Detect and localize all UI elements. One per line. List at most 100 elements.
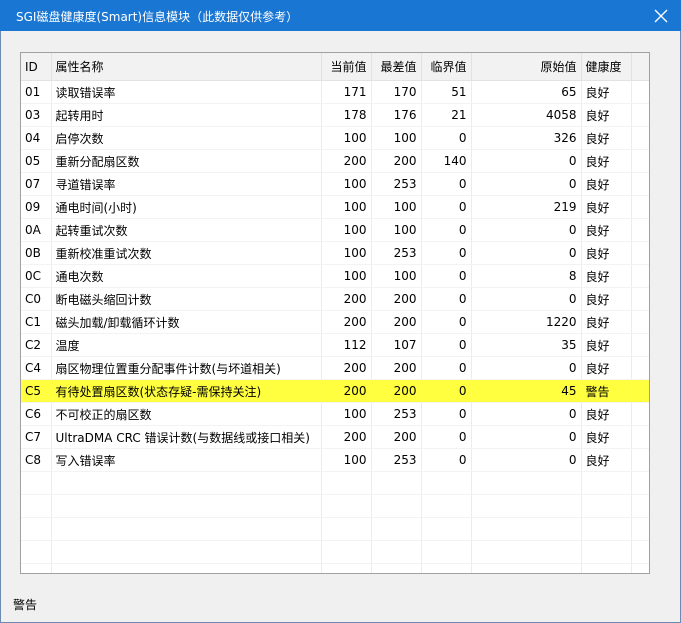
empty-cell xyxy=(21,540,52,564)
close-button[interactable] xyxy=(647,3,675,29)
empty-row xyxy=(21,540,649,564)
table-row[interactable]: C6 不可校正的扇区数 100 253 0 0 良好 xyxy=(21,402,649,426)
cell-name: 重新分配扇区数 xyxy=(51,149,322,173)
cell-health: 良好 xyxy=(581,356,632,380)
table-row[interactable]: 0C 通电次数 100 100 0 8 良好 xyxy=(21,264,649,288)
empty-cell xyxy=(371,494,422,518)
cell-spacer xyxy=(631,103,649,127)
empty-cell xyxy=(51,563,322,573)
empty-cell xyxy=(471,494,582,518)
empty-cell xyxy=(371,540,422,564)
status-text: 警告 xyxy=(13,598,38,612)
cell-name: 寻道错误率 xyxy=(51,172,322,196)
cell-current: 200 xyxy=(321,425,372,449)
cell-id: 0B xyxy=(21,241,52,265)
table-row[interactable]: 09 通电时间(小时) 100 100 0 219 良好 xyxy=(21,195,649,219)
empty-cell xyxy=(51,494,322,518)
empty-cell xyxy=(21,563,52,573)
empty-cell xyxy=(321,494,372,518)
column-header-name[interactable]: 属性名称 xyxy=(51,53,322,81)
cell-spacer xyxy=(631,310,649,334)
table-row[interactable]: C2 温度 112 107 0 35 良好 xyxy=(21,333,649,357)
table-row[interactable]: C4 扇区物理位置重分配事件计数(与坏道相关) 200 200 0 0 良好 xyxy=(21,356,649,380)
column-header-worst[interactable]: 最差值 xyxy=(371,53,422,81)
cell-worst: 100 xyxy=(371,126,422,150)
cell-raw: 0 xyxy=(471,448,582,472)
window-title: SGI磁盘健康度(Smart)信息模块（此数据仅供参考） xyxy=(16,10,299,24)
cell-name: 起转重试次数 xyxy=(51,218,322,242)
cell-spacer xyxy=(631,149,649,173)
empty-cell xyxy=(631,517,649,541)
column-header-spacer xyxy=(631,53,649,81)
cell-worst: 200 xyxy=(371,425,422,449)
column-header-raw[interactable]: 原始值 xyxy=(471,53,582,81)
table-row[interactable]: C1 磁头加载/卸载循环计数 200 200 0 1220 良好 xyxy=(21,310,649,334)
cell-worst: 200 xyxy=(371,379,422,403)
table-row[interactable]: 07 寻道错误率 100 253 0 0 良好 xyxy=(21,172,649,196)
cell-current: 200 xyxy=(321,149,372,173)
cell-raw: 0 xyxy=(471,218,582,242)
table-row[interactable]: 03 起转用时 178 176 21 4058 良好 xyxy=(21,103,649,127)
cell-current: 200 xyxy=(321,379,372,403)
cell-raw: 0 xyxy=(471,287,582,311)
cell-spacer xyxy=(631,425,649,449)
table-row[interactable]: 0A 起转重试次数 100 100 0 0 良好 xyxy=(21,218,649,242)
cell-health: 良好 xyxy=(581,310,632,334)
cell-threshold: 0 xyxy=(421,126,472,150)
empty-cell xyxy=(51,540,322,564)
cell-spacer xyxy=(631,241,649,265)
cell-name: 写入错误率 xyxy=(51,448,322,472)
column-header-current[interactable]: 当前值 xyxy=(321,53,372,81)
cell-id: C7 xyxy=(21,425,52,449)
cell-current: 178 xyxy=(321,103,372,127)
column-header-id[interactable]: ID xyxy=(21,53,52,81)
cell-health: 良好 xyxy=(581,287,632,311)
cell-raw: 219 xyxy=(471,195,582,219)
empty-cell xyxy=(421,494,472,518)
empty-cell xyxy=(471,563,582,573)
cell-threshold: 0 xyxy=(421,218,472,242)
empty-cell xyxy=(321,471,372,495)
table-row[interactable]: 04 启停次数 100 100 0 326 良好 xyxy=(21,126,649,150)
cell-health: 良好 xyxy=(581,195,632,219)
cell-spacer xyxy=(631,402,649,426)
cell-raw: 326 xyxy=(471,126,582,150)
cell-threshold: 0 xyxy=(421,425,472,449)
empty-cell xyxy=(321,563,372,573)
cell-name: 磁头加载/卸载循环计数 xyxy=(51,310,322,334)
table-row[interactable]: C7 UltraDMA CRC 错误计数(与数据线或接口相关) 200 200 0 0 良好 xyxy=(21,425,649,449)
cell-current: 200 xyxy=(321,356,372,380)
empty-cell xyxy=(51,517,322,541)
cell-id: 09 xyxy=(21,195,52,219)
cell-name: 起转用时 xyxy=(51,103,322,127)
cell-threshold: 0 xyxy=(421,172,472,196)
cell-current: 200 xyxy=(321,310,372,334)
cell-raw: 0 xyxy=(471,356,582,380)
empty-cell xyxy=(421,563,472,573)
table-row[interactable]: C0 断电磁头缩回计数 200 200 0 0 良好 xyxy=(21,287,649,311)
cell-worst: 100 xyxy=(371,195,422,219)
cell-id: C1 xyxy=(21,310,52,334)
column-header-threshold[interactable]: 临界值 xyxy=(421,53,472,81)
cell-health: 良好 xyxy=(581,241,632,265)
column-header-health[interactable]: 健康度 xyxy=(581,53,632,81)
cell-health: 良好 xyxy=(581,126,632,150)
cell-worst: 200 xyxy=(371,356,422,380)
cell-current: 100 xyxy=(321,195,372,219)
table-row[interactable]: 01 读取错误率 171 170 51 65 良好 xyxy=(21,80,649,104)
smart-list[interactable]: ID 属性名称 当前值 最差值 临界值 原始值 健康度 01 读取错误率 171 17… xyxy=(20,52,650,574)
cell-health: 良好 xyxy=(581,172,632,196)
table-row[interactable]: 0B 重新校准重试次数 100 253 0 0 良好 xyxy=(21,241,649,265)
table-row[interactable]: 05 重新分配扇区数 200 200 140 0 良好 xyxy=(21,149,649,173)
title-bar: SGI磁盘健康度(Smart)信息模块（此数据仅供参考） xyxy=(0,0,681,31)
cell-name: 通电次数 xyxy=(51,264,322,288)
table-row[interactable]: C5 有待处置扇区数(状态存疑-需保持关注) 200 200 0 45 警告 xyxy=(21,379,649,403)
table-row[interactable]: C8 写入错误率 100 253 0 0 良好 xyxy=(21,448,649,472)
cell-health: 警告 xyxy=(581,379,632,403)
cell-spacer xyxy=(631,195,649,219)
cell-id: 07 xyxy=(21,172,52,196)
cell-health: 良好 xyxy=(581,425,632,449)
empty-cell xyxy=(321,540,372,564)
cell-current: 100 xyxy=(321,172,372,196)
cell-threshold: 0 xyxy=(421,241,472,265)
